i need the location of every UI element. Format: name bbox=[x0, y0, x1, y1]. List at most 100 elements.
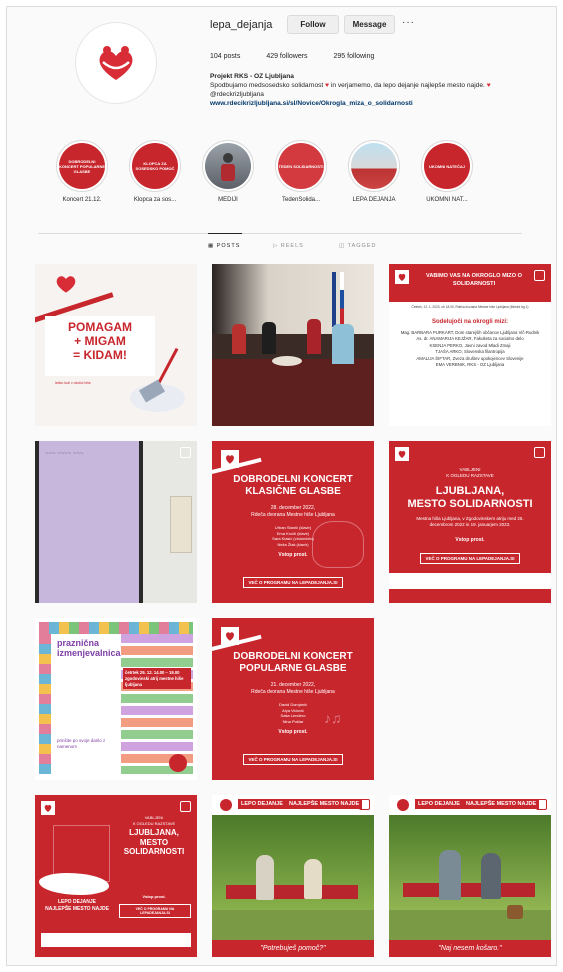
tab-posts[interactable]: ▦ POSTS bbox=[208, 243, 240, 249]
post-round-table-photo[interactable] bbox=[212, 264, 374, 426]
slogan-line-3: = KIDAM! bbox=[73, 348, 127, 362]
more-options-icon[interactable]: ··· bbox=[402, 17, 415, 28]
program-link-button: VEČ O PROGRAMU NA LEPADEJANJA.SI bbox=[420, 553, 520, 564]
exhibition-invite: VABLJENI K OGLEDU RAZSTAVE bbox=[389, 467, 551, 479]
profile-stats: 104 posts 429 followers 295 following bbox=[210, 53, 398, 60]
reel-icon bbox=[536, 799, 547, 810]
rk-logo-icon bbox=[169, 754, 187, 772]
flag-eu bbox=[332, 272, 336, 327]
highlight-ukomni-natecaj[interactable]: UKOMNI NATEČAJ UKOMNI NAT... bbox=[417, 140, 477, 203]
invite-small-2: K OGLEDU RAZSTAVE bbox=[446, 473, 494, 478]
banner-left: LEPO DEJANJE bbox=[238, 799, 286, 809]
reel-icon bbox=[359, 799, 370, 810]
exhibition-title-line1: LJUBLJANA, bbox=[129, 828, 179, 837]
red-carpet bbox=[212, 359, 374, 426]
red-bench bbox=[226, 885, 358, 899]
highlight-teden-solidarnosti[interactable]: TEDEN SOLIDARNOSTI TedenSolida... bbox=[271, 140, 331, 203]
swap-title: praznična izmenjevalnica bbox=[57, 638, 137, 658]
exhibition-entry: Vstop prost. bbox=[142, 894, 166, 899]
person-sitting bbox=[256, 855, 274, 900]
follow-button[interactable]: Follow bbox=[287, 15, 339, 34]
concert-title: DOBRODELNI KONCERT POPULARNE GLASBE bbox=[212, 651, 374, 675]
post-praznicna-izmenjevalnica[interactable]: praznična izmenjevalnica četrtek 29. 12.… bbox=[35, 618, 197, 780]
banner-left: LEPO DEJANJE bbox=[415, 799, 463, 809]
profile-avatar[interactable] bbox=[75, 22, 157, 104]
highlight-koncert[interactable]: DOBRODELNI KONCERT POPULARNE GLASBE Konc… bbox=[52, 140, 112, 203]
concert-title: DOBRODELNI KONCERT KLASIČNE GLASBE bbox=[212, 474, 374, 498]
bio-link[interactable]: www.rdecikrizljubljana.si/sl/Novice/Okro… bbox=[210, 100, 413, 107]
heart-icon: ♥ bbox=[325, 82, 330, 89]
program-link-button: VEČ O PROGRAMU NA LEPADEJANJA.SI bbox=[243, 754, 343, 765]
swap-title-line2: izmenjevalnica bbox=[57, 648, 121, 658]
tab-tagged[interactable]: ◫ TAGGED bbox=[339, 243, 376, 249]
concert-title-line2: KLASIČNE GLASBE bbox=[245, 486, 341, 497]
highlight-label: UKOMNI NAT... bbox=[426, 197, 468, 203]
profile-username: lepa_dejanja bbox=[210, 19, 273, 31]
program-link-button: VEČ O PROGRAMU NA LEPADEJANJA.SI bbox=[119, 904, 191, 918]
concert-place: Rdeča dvorana Mestne hiše Ljubljana bbox=[251, 512, 335, 518]
participant: As. dr. ANAMARIJA KEJŽAR, Fakulteta za s… bbox=[416, 336, 524, 342]
rk-logo-icon bbox=[397, 799, 409, 811]
concert-info: 21. december 2022, Rdeča dvorana Mestne … bbox=[212, 682, 374, 696]
following-count[interactable]: 295 following bbox=[334, 53, 375, 60]
post-ljubljana-mesto-solidarnosti-2[interactable]: VABLJENI K OGLEDU RAZSTAVE LJUBLJANA, ME… bbox=[35, 795, 197, 957]
exhibition-title-line2: MESTO SOLIDARNOSTI bbox=[407, 498, 533, 510]
swap-info: četrtek 29. 12. 14.00 – 19.00 zgodovinsk… bbox=[123, 668, 191, 690]
gift-icons-col bbox=[39, 634, 51, 774]
tab-reels[interactable]: ▷ REELS bbox=[273, 243, 304, 249]
bio-mention[interactable]: @rdeckrizljubljana bbox=[210, 91, 264, 98]
slogan-small: lahko tudi v okolici hiše bbox=[55, 381, 91, 385]
highlight-cover: UKOMNI NATEČAJ bbox=[424, 143, 470, 189]
post-ljubljana-mesto-solidarnosti[interactable]: VABLJENI K OGLEDU RAZSTAVE LJUBLJANA, ME… bbox=[389, 441, 551, 603]
post-bench-video-naj-nesem-kosaro[interactable]: LEPO DEJANJE NAJLEPŠE MESTO NAJDE "Naj n… bbox=[389, 795, 551, 957]
bio-name: Projekt RKS - OZ Ljubljana bbox=[210, 73, 294, 80]
speaker-person bbox=[332, 324, 354, 364]
post-round-table-invite[interactable]: VABIMO VAS NA OKROGLO MIZO O SOLIDARNOST… bbox=[389, 264, 551, 426]
tabs-divider bbox=[38, 233, 522, 234]
person-sitting bbox=[481, 853, 501, 899]
rk-logo-icon bbox=[220, 799, 232, 811]
concert-place: Rdeča dvorana Mestne hiše Ljubljana bbox=[251, 689, 335, 695]
reels-icon: ▷ bbox=[273, 243, 281, 249]
program-link-button: VEČ O PROGRAMU NA LEPADEJANJA.SI bbox=[243, 577, 343, 588]
rk-logo-icon bbox=[395, 447, 409, 461]
sponsor-logos-bar bbox=[41, 933, 191, 947]
exhibition-info: Mestna hiša Ljubljana, v Zgodovinskem at… bbox=[416, 516, 524, 527]
carousel-icon bbox=[534, 447, 545, 458]
slogan-text: POMAGAM + MIGAM = KIDAM! bbox=[45, 320, 155, 362]
post-koncert-popularne-glasbe[interactable]: DOBRODELNI KONCERT POPULARNE GLASBE 21. … bbox=[212, 618, 374, 780]
bio-line-2a: najde. bbox=[466, 82, 485, 89]
post-exhibition-photo[interactable]: ~~~ ~~~~ ~~~ bbox=[35, 441, 197, 603]
person-icon bbox=[221, 153, 235, 181]
concert-entry: Vstop prost. bbox=[278, 729, 308, 735]
banner-right: NAJLEPŠE MESTO NAJDE bbox=[463, 799, 540, 809]
message-button[interactable]: Message bbox=[344, 15, 395, 34]
concert-title-line2: POPULARNE GLASBE bbox=[239, 663, 347, 674]
grass bbox=[389, 910, 551, 940]
coffee-table bbox=[272, 356, 302, 366]
grid-icon: ▦ bbox=[208, 243, 217, 249]
exhibition-entry: Vstop prost. bbox=[455, 537, 485, 543]
followers-count[interactable]: 429 followers bbox=[266, 53, 307, 60]
sponsor-logos-bar bbox=[389, 573, 551, 589]
heart-icon: ♥ bbox=[486, 82, 491, 89]
bio-line-1: Spodbujamo medsosedsko solidarnost bbox=[210, 82, 324, 89]
highlight-klopca[interactable]: KLOPCA ZA SOSEDSKO POMOČ Klopca za sos..… bbox=[125, 140, 185, 203]
post-koncert-klasicne-glasbe[interactable]: DOBRODELNI KONCERT KLASIČNE GLASBE 28. d… bbox=[212, 441, 374, 603]
speaker-person bbox=[262, 322, 276, 354]
post-pomagam-migam-kidam[interactable]: POMAGAM + MIGAM = KIDAM! lahko tudi v ok… bbox=[35, 264, 197, 426]
post-bench-video-potrebujes-pomoc[interactable]: LEPO DEJANJE NAJLEPŠE MESTO NAJDE "Potre… bbox=[212, 795, 374, 957]
exhibition-invite: VABLJENI K OGLEDU RAZSTAVE bbox=[115, 815, 193, 826]
concert-date: 21. december 2022, bbox=[270, 682, 316, 688]
banner-right: NAJLEPŠE MESTO NAJDE bbox=[286, 799, 363, 809]
person-sitting bbox=[439, 850, 461, 900]
bio-text: Spodbujamo medsosedsko solidarnost ♥ in … bbox=[210, 81, 540, 99]
speaker-person bbox=[307, 319, 321, 354]
profile-bio: Projekt RKS - OZ Ljubljana Spodbujamo me… bbox=[210, 72, 540, 108]
carousel-icon bbox=[180, 801, 191, 812]
video-caption: "Naj nesem košaro." bbox=[389, 940, 551, 957]
hands-heart-logo-icon bbox=[99, 46, 133, 80]
flag-slovenia bbox=[340, 272, 344, 327]
highlight-lepa-dejanja[interactable]: LEPA DEJANJA bbox=[344, 140, 404, 203]
highlight-mediji[interactable]: MEDIJI bbox=[198, 140, 258, 203]
